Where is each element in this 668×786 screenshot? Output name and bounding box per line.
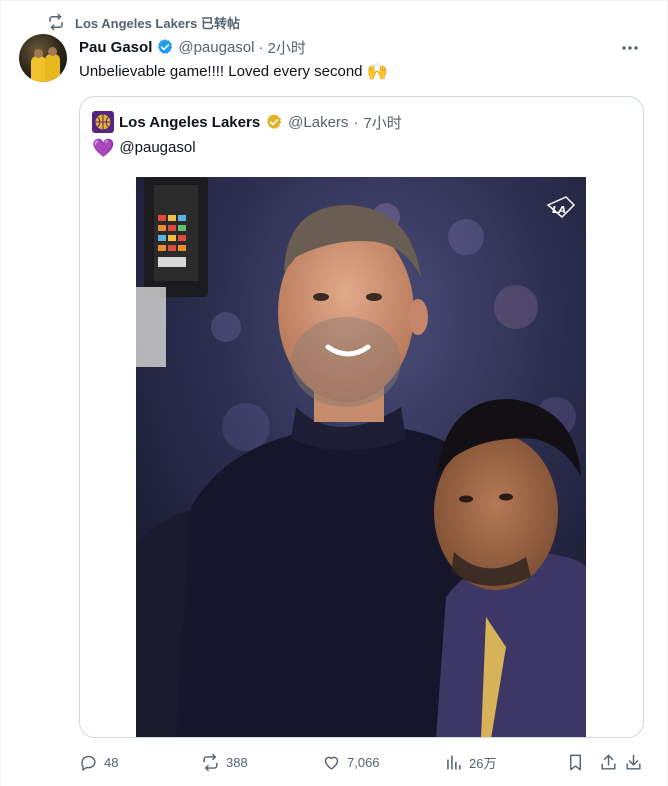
like-button[interactable]: 7,066 [322,750,380,774]
heart-icon [324,756,339,770]
repost-icon [49,13,63,31]
more-icon [622,46,638,50]
repost-indicator[interactable]: Los Angeles Lakers 已转帖 [47,12,240,32]
purple-heart-emoji: 💜 [92,138,115,158]
repost-label: Los Angeles Lakers 已转帖 [75,15,240,31]
view-count: 26万 [469,755,497,771]
quoted-separator-dot: · [353,113,359,131]
quoted-author-handle[interactable]: @Lakers [288,114,348,131]
top-divider [1,0,667,4]
download-button[interactable] [624,750,643,774]
gold-verified-badge-icon[interactable] [265,113,283,131]
action-bar: 48 388 7,066 26万 [79,750,649,774]
tweet-text: Unbelievable game!!!! Loved every second… [79,61,388,83]
repost-count: 388 [226,754,248,770]
analytics-icon [447,754,461,770]
quoted-tweet-header: Los Angeles Lakers @Lakers · 7小时 [92,111,402,133]
lakers-logo-avatar[interactable] [92,111,114,133]
avatar[interactable] [19,34,67,82]
bookmark-icon [570,754,581,770]
quoted-timestamp[interactable]: 7小时 [363,112,401,133]
more-options-button[interactable] [619,38,641,58]
timestamp[interactable]: 2小时 [267,37,305,58]
reply-icon [81,755,96,771]
tweet-header: Pau Gasol @paugasol · 2小时 [79,37,306,57]
repost-button[interactable]: 388 [201,750,248,774]
quoted-author-name[interactable]: Los Angeles Lakers [119,114,260,131]
la-watermark-text: LA [552,205,566,216]
quoted-mention[interactable]: @paugasol [119,137,195,159]
share-icon [601,754,616,770]
reply-count: 48 [104,754,119,770]
raised-hands-emoji: 🙌 [366,62,388,81]
quoted-tweet-card[interactable]: Los Angeles Lakers @Lakers · 7小时 💜 @paug… [79,96,644,738]
views-button[interactable]: 26万 [444,750,496,774]
reply-button[interactable]: 48 [79,750,118,774]
quoted-tweet-photo[interactable]: LA [136,177,586,737]
tweet-body: Unbelievable game!!!! Loved every second [79,63,363,80]
author-handle[interactable]: @paugasol [178,39,254,56]
verified-badge-icon[interactable] [156,38,174,56]
bookmark-button[interactable] [566,750,585,774]
tweet-page: Los Angeles Lakers 已转帖 Pau Gasol @paugas… [0,0,668,786]
courtside-photo: LA [136,177,586,737]
separator-dot: · [258,38,264,56]
basketball-logo-icon [95,114,111,130]
quoted-tweet-text: 💜 @paugasol [92,137,196,159]
like-count: 7,066 [347,754,380,770]
download-icon [626,754,641,770]
author-name[interactable]: Pau Gasol [79,39,152,56]
repost-icon [203,753,218,771]
share-button[interactable] [599,750,618,774]
